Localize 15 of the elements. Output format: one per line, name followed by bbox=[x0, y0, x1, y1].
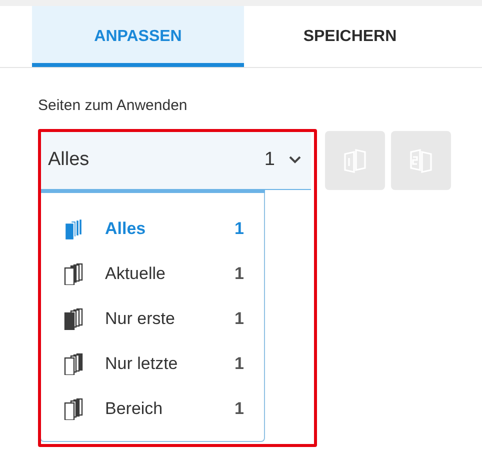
page-stack-icon bbox=[63, 398, 85, 420]
menu-item[interactable]: Bereich 1 bbox=[41, 386, 264, 431]
chevron-down-icon bbox=[289, 156, 301, 164]
select-value: Alles bbox=[48, 149, 90, 171]
menu-item[interactable]: Nur letzte 1 bbox=[41, 341, 264, 386]
menu-item[interactable]: Alles 1 bbox=[41, 206, 264, 251]
menu-item[interactable]: Aktuelle 1 bbox=[41, 251, 264, 296]
section-label: Seiten zum Anwenden bbox=[38, 97, 188, 114]
select-count: 1 bbox=[264, 149, 275, 171]
page-stack-icon bbox=[63, 352, 85, 374]
page-select[interactable]: Alles 1 bbox=[40, 131, 311, 189]
menu-item[interactable]: Nur erste 1 bbox=[41, 296, 264, 341]
page-stack-icon bbox=[63, 308, 85, 330]
page-stack-icon bbox=[63, 262, 85, 284]
tab[interactable]: SPEICHERN bbox=[244, 6, 456, 67]
